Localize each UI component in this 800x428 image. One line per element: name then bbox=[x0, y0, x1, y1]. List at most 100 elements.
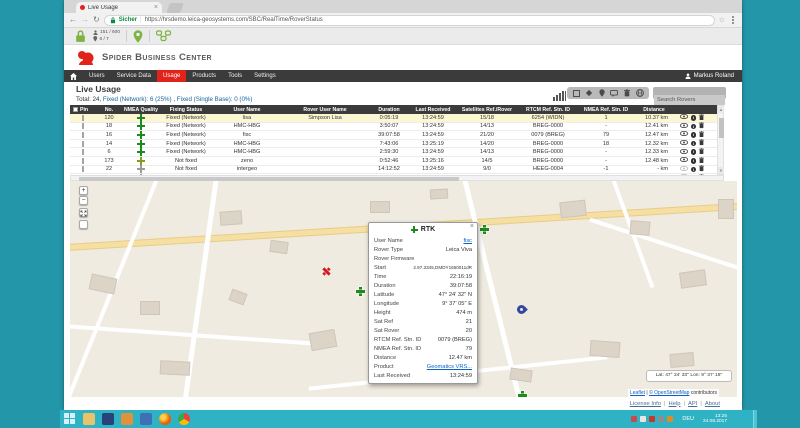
app-icon[interactable] bbox=[140, 413, 152, 425]
nav-item-products[interactable]: Products bbox=[186, 70, 222, 82]
view-on-map-eye-icon[interactable] bbox=[680, 140, 688, 147]
view-on-map-eye-icon[interactable] bbox=[680, 157, 688, 164]
row-checkbox[interactable] bbox=[82, 158, 84, 164]
search-input[interactable] bbox=[654, 95, 725, 105]
delete-icon[interactable] bbox=[699, 131, 704, 140]
row-checkbox[interactable] bbox=[82, 132, 84, 138]
map-rectangle-tool-button[interactable] bbox=[79, 220, 88, 229]
map-pin-status-icon[interactable] bbox=[133, 30, 143, 43]
home-icon[interactable] bbox=[64, 70, 83, 82]
pin-tool-icon[interactable] bbox=[597, 88, 607, 98]
table-vertical-scrollbar[interactable]: ▲ ▼ bbox=[717, 105, 724, 175]
popup-close-icon[interactable]: × bbox=[470, 223, 474, 230]
table-row[interactable]: 16Fixed (Network)fisc39:07:5813:24:5921/… bbox=[70, 131, 717, 140]
column-header[interactable]: Distance bbox=[634, 107, 674, 113]
popup-link[interactable]: fisc bbox=[463, 238, 472, 244]
footer-link-api[interactable]: API bbox=[688, 401, 697, 407]
browser-menu-icon[interactable] bbox=[732, 19, 734, 21]
view-on-map-eye-icon[interactable] bbox=[680, 166, 688, 173]
delete-icon[interactable] bbox=[699, 165, 704, 174]
browser-forward-icon[interactable]: → bbox=[81, 15, 89, 25]
bookmark-star-icon[interactable]: ☆ bbox=[719, 16, 725, 24]
start-button-icon[interactable] bbox=[64, 413, 76, 425]
delete-icon[interactable] bbox=[699, 114, 704, 122]
view-on-map-eye-icon[interactable] bbox=[680, 149, 688, 156]
clear-trash-icon[interactable] bbox=[622, 88, 632, 98]
network-links-status-icon[interactable] bbox=[156, 30, 172, 42]
column-header[interactable]: Duration bbox=[368, 107, 410, 113]
info-icon[interactable]: i bbox=[691, 158, 697, 164]
column-header[interactable]: No. bbox=[96, 107, 122, 113]
table-row[interactable]: 14Fixed (Network)HMC-HBG7:43:0613:25:191… bbox=[70, 140, 717, 149]
table-row[interactable]: 120Fixed (Network)lisaSimpson Lisa0:05:1… bbox=[70, 114, 717, 123]
osm-link[interactable]: © OpenStreetMap bbox=[649, 390, 689, 396]
info-icon[interactable]: i bbox=[691, 141, 697, 147]
tray-icon[interactable] bbox=[640, 416, 646, 422]
tray-icon[interactable] bbox=[658, 416, 664, 422]
url-field[interactable]: Sicher | https://hrsdemo.leica-geosystem… bbox=[104, 15, 715, 26]
delete-icon[interactable] bbox=[699, 148, 704, 157]
column-header[interactable]: NMEA Quality bbox=[122, 107, 160, 113]
show-desktop-button[interactable] bbox=[753, 410, 757, 428]
labels-bubble-icon[interactable] bbox=[609, 88, 619, 98]
popup-link[interactable]: Geomatics VRS... bbox=[427, 364, 472, 370]
column-header[interactable]: Last Received bbox=[410, 107, 456, 113]
nav-item-settings[interactable]: Settings bbox=[248, 70, 282, 82]
globe-icon[interactable] bbox=[635, 88, 645, 98]
nav-item-service-data[interactable]: Service Data bbox=[111, 70, 157, 82]
footer-link-license-info[interactable]: License Info bbox=[630, 401, 661, 407]
firefox-icon[interactable] bbox=[159, 413, 171, 425]
row-checkbox[interactable] bbox=[82, 141, 84, 147]
column-header[interactable]: User Name bbox=[212, 107, 282, 113]
row-checkbox[interactable] bbox=[82, 115, 84, 121]
keyboard-language[interactable]: DEU bbox=[682, 416, 694, 422]
delete-icon[interactable] bbox=[699, 157, 704, 166]
column-header[interactable]: NMEA Ref. Stn. ID bbox=[578, 107, 634, 113]
map-canvas[interactable]: + − RTK × User NamefiscRover TypeLeica V… bbox=[70, 181, 737, 397]
browser-reload-icon[interactable]: ↻ bbox=[93, 15, 100, 25]
column-header[interactable]: Satellites Ref./Rover bbox=[456, 107, 518, 113]
tray-icon[interactable] bbox=[667, 416, 673, 422]
view-on-map-eye-icon[interactable] bbox=[680, 114, 688, 121]
info-icon[interactable]: i bbox=[691, 115, 697, 121]
map-zoom-out-button[interactable]: − bbox=[79, 196, 88, 205]
map-fit-extents-button[interactable] bbox=[79, 208, 88, 217]
reference-station-pin[interactable] bbox=[517, 305, 526, 314]
app-icon[interactable] bbox=[102, 413, 114, 425]
lock-status-icon[interactable] bbox=[74, 30, 87, 43]
layout-icon[interactable] bbox=[571, 88, 581, 98]
marker-diamond-icon[interactable] bbox=[584, 88, 594, 98]
leaflet-link[interactable]: Leaflet bbox=[630, 390, 645, 396]
nav-item-usage[interactable]: Usage bbox=[157, 70, 186, 82]
delete-icon[interactable] bbox=[699, 122, 704, 131]
row-checkbox[interactable] bbox=[82, 166, 84, 172]
app-icon[interactable] bbox=[121, 413, 133, 425]
chrome-icon[interactable] bbox=[178, 413, 190, 425]
tray-icon[interactable] bbox=[649, 416, 655, 422]
select-all-checkbox[interactable] bbox=[73, 107, 78, 112]
tab-close-icon[interactable]: × bbox=[154, 5, 158, 11]
info-icon[interactable]: i bbox=[691, 167, 697, 173]
tray-icon[interactable] bbox=[631, 416, 637, 422]
browser-back-icon[interactable]: ← bbox=[69, 15, 77, 25]
nav-item-users[interactable]: Users bbox=[83, 70, 111, 82]
info-icon[interactable]: i bbox=[691, 124, 697, 130]
view-on-map-eye-icon[interactable] bbox=[680, 123, 688, 130]
account-menu[interactable]: Markus Roland bbox=[685, 70, 742, 82]
footer-link-help[interactable]: Help bbox=[669, 401, 681, 407]
footer-link-about[interactable]: About bbox=[705, 401, 720, 407]
map-zoom-in-button[interactable]: + bbox=[79, 186, 88, 195]
file-explorer-icon[interactable] bbox=[83, 413, 95, 425]
table-row[interactable]: 18Fixed (Network)HMC-HBG3:50:0713:24:591… bbox=[70, 123, 717, 132]
column-header[interactable]: RTCM Ref. Stn. ID bbox=[518, 107, 578, 113]
signal-columns-icon[interactable] bbox=[553, 88, 566, 106]
browser-tab[interactable]: Live Usage × bbox=[76, 2, 162, 13]
info-icon[interactable]: i bbox=[691, 132, 697, 138]
table-row[interactable]: 6Fixed (Network)HMC-HBG2:59:3013:24:5914… bbox=[70, 148, 717, 157]
info-icon[interactable]: i bbox=[691, 149, 697, 155]
table-row[interactable]: 22Not fixedintergeo14:12:5213:24:599/0HE… bbox=[70, 166, 717, 175]
column-header[interactable]: Fixing Status bbox=[160, 107, 212, 113]
taskbar-clock[interactable]: 13:25 24.08.2017 bbox=[703, 414, 727, 425]
rover-marker-green[interactable] bbox=[480, 225, 489, 234]
rover-marker-red[interactable] bbox=[320, 265, 333, 278]
